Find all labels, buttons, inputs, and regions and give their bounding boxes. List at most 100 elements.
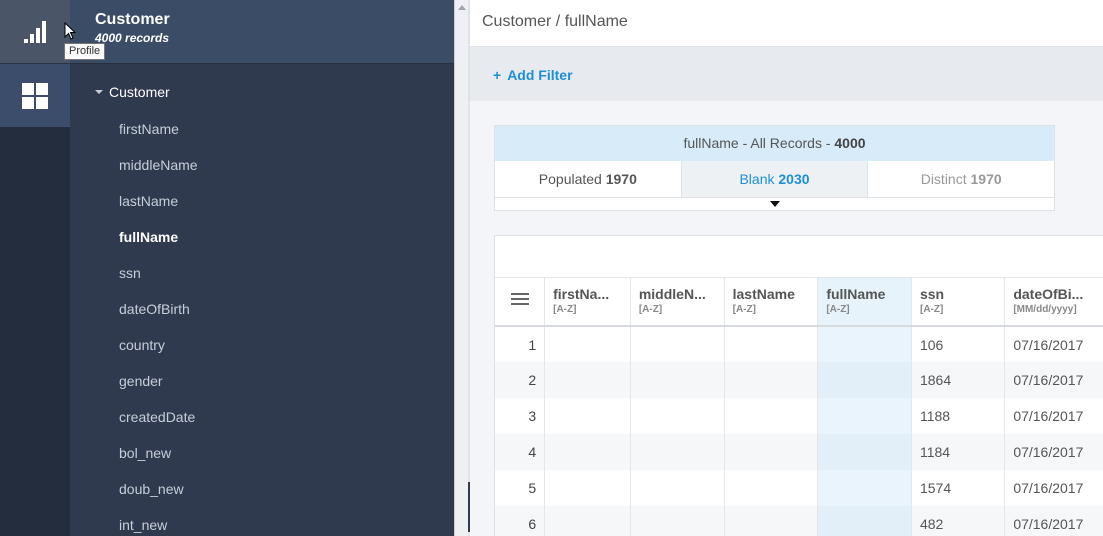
field-item[interactable]: middleName [119, 147, 198, 183]
table-cell[interactable] [724, 326, 819, 362]
column-name: fullName [826, 286, 886, 302]
row-number: 3 [495, 398, 546, 434]
stat-tab-distinct[interactable]: Distinct 1970 [868, 161, 1054, 197]
filter-bar: + Add Filter [470, 47, 1103, 101]
breadcrumb: Customer / fullName [470, 0, 1103, 47]
dashboard-rail-button[interactable] [0, 63, 70, 127]
table-cell[interactable]: 1184 [911, 434, 1006, 470]
column-menu-button[interactable] [495, 278, 546, 327]
tree-root-node[interactable]: Customer [95, 84, 170, 100]
table-cell[interactable] [630, 506, 725, 536]
table-cell[interactable]: 07/16/2017 [1004, 362, 1103, 398]
column-header[interactable]: firstNa... [A-Z] [544, 278, 631, 327]
field-item[interactable]: doub_new [119, 471, 198, 507]
table-cell[interactable] [544, 326, 631, 362]
row-number: 4 [495, 434, 546, 470]
table-cell[interactable] [724, 506, 819, 536]
main-panel: Customer / fullName + Add Filter fullName… [470, 0, 1103, 536]
table-row[interactable]: 2 1864 07/16/2017 [495, 362, 1103, 398]
column-type: [A-Z] [732, 304, 756, 315]
table-cell[interactable]: 1574 [911, 470, 1006, 506]
field-item-active[interactable]: fullName [119, 219, 198, 255]
table-cell[interactable] [544, 506, 631, 536]
field-item[interactable]: int_new [119, 507, 198, 536]
profile-rail-button[interactable] [0, 0, 70, 63]
table-cell[interactable] [817, 434, 912, 470]
stat-label: Distinct [920, 171, 967, 187]
table-cell[interactable]: 482 [911, 506, 1006, 536]
table-cell[interactable]: 07/16/2017 [1004, 470, 1103, 506]
table-cell[interactable] [544, 362, 631, 398]
column-header-selected[interactable]: fullName [A-Z] [817, 278, 912, 327]
table-header-row: firstNa... [A-Z] middleN... [A-Z] lastName… [495, 278, 1103, 327]
table-cell[interactable] [724, 434, 819, 470]
grid-toolbar [495, 236, 1103, 278]
table-cell[interactable] [817, 326, 912, 362]
row-number: 1 [495, 326, 546, 362]
field-item[interactable]: dateOfBirth [119, 291, 198, 327]
field-list: firstName middleName lastName fullName s… [119, 111, 198, 536]
table-cell[interactable] [630, 434, 725, 470]
field-item[interactable]: createdDate [119, 399, 198, 435]
table-row[interactable]: 4 1184 07/16/2017 [495, 434, 1103, 470]
expand-arrow-icon[interactable] [770, 201, 780, 207]
table-cell[interactable] [630, 470, 725, 506]
stat-label: Populated [538, 171, 602, 187]
table-cell[interactable]: 1188 [911, 398, 1006, 434]
table-row[interactable]: 5 1574 07/16/2017 [495, 470, 1103, 506]
field-item[interactable]: country [119, 327, 198, 363]
add-filter-button[interactable]: + Add Filter [493, 67, 573, 83]
records-table: firstNa... [A-Z] middleN... [A-Z] lastName… [495, 278, 1103, 536]
icon-rail [0, 0, 70, 536]
caret-down-icon[interactable] [95, 90, 103, 94]
table-cell[interactable] [630, 362, 725, 398]
field-item[interactable]: firstName [119, 111, 198, 147]
table-cell[interactable]: 07/16/2017 [1004, 398, 1103, 434]
tree-scrollbar[interactable] [455, 0, 468, 536]
column-type: [A-Z] [553, 304, 577, 315]
table-cell[interactable] [817, 362, 912, 398]
column-header[interactable]: lastName [A-Z] [724, 278, 819, 327]
stat-tabs: Populated 1970 Blank 2030 Distinct 1970 [495, 161, 1054, 198]
table-cell[interactable] [817, 398, 912, 434]
column-header[interactable]: dateOfBi... [MM/dd/yyyy] [1004, 278, 1103, 327]
tree-header: Customer 4000 records [70, 0, 454, 64]
table-cell[interactable] [544, 470, 631, 506]
field-item[interactable]: bol_new [119, 435, 198, 471]
table-cell[interactable]: 07/16/2017 [1004, 434, 1103, 470]
table-cell[interactable]: 07/16/2017 [1004, 506, 1103, 536]
stat-label: Blank [739, 171, 775, 187]
profile-title-text: fullName - All Records - [683, 135, 835, 151]
column-header[interactable]: middleN... [A-Z] [630, 278, 725, 327]
dashboard-grid-icon [22, 82, 48, 109]
table-cell[interactable] [817, 506, 912, 536]
hamburger-menu-icon [510, 290, 529, 308]
table-cell[interactable] [724, 470, 819, 506]
column-header[interactable]: ssn [A-Z] [911, 278, 1006, 327]
column-type: [MM/dd/yyyy] [1013, 304, 1077, 315]
table-cell[interactable]: 106 [911, 326, 1006, 362]
table-row[interactable]: 1 106 07/16/2017 [495, 326, 1103, 362]
table-row[interactable]: 6 482 07/16/2017 [495, 506, 1103, 536]
profile-card-title: fullName - All Records - 4000 [495, 126, 1054, 161]
table-cell[interactable] [724, 398, 819, 434]
table-cell[interactable]: 07/16/2017 [1004, 326, 1103, 362]
table-cell[interactable] [724, 362, 819, 398]
table-cell[interactable] [544, 398, 631, 434]
field-item[interactable]: lastName [119, 183, 198, 219]
stat-tab-blank[interactable]: Blank 2030 [681, 161, 869, 197]
table-row[interactable]: 3 1188 07/16/2017 [495, 398, 1103, 434]
scroll-up-arrow-icon[interactable] [458, 5, 466, 10]
stat-tab-populated[interactable]: Populated 1970 [495, 161, 682, 197]
table-cell[interactable] [630, 398, 725, 434]
tree-root-label: Customer [109, 84, 170, 100]
table-cell[interactable] [630, 326, 725, 362]
table-cell[interactable] [817, 470, 912, 506]
column-name: dateOfBi... [1013, 286, 1084, 302]
field-item[interactable]: gender [119, 363, 198, 399]
table-cell[interactable]: 1864 [911, 362, 1006, 398]
field-item[interactable]: ssn [119, 255, 198, 291]
table-cell[interactable] [544, 434, 631, 470]
add-filter-label: Add Filter [507, 67, 573, 83]
row-number: 5 [495, 470, 546, 506]
